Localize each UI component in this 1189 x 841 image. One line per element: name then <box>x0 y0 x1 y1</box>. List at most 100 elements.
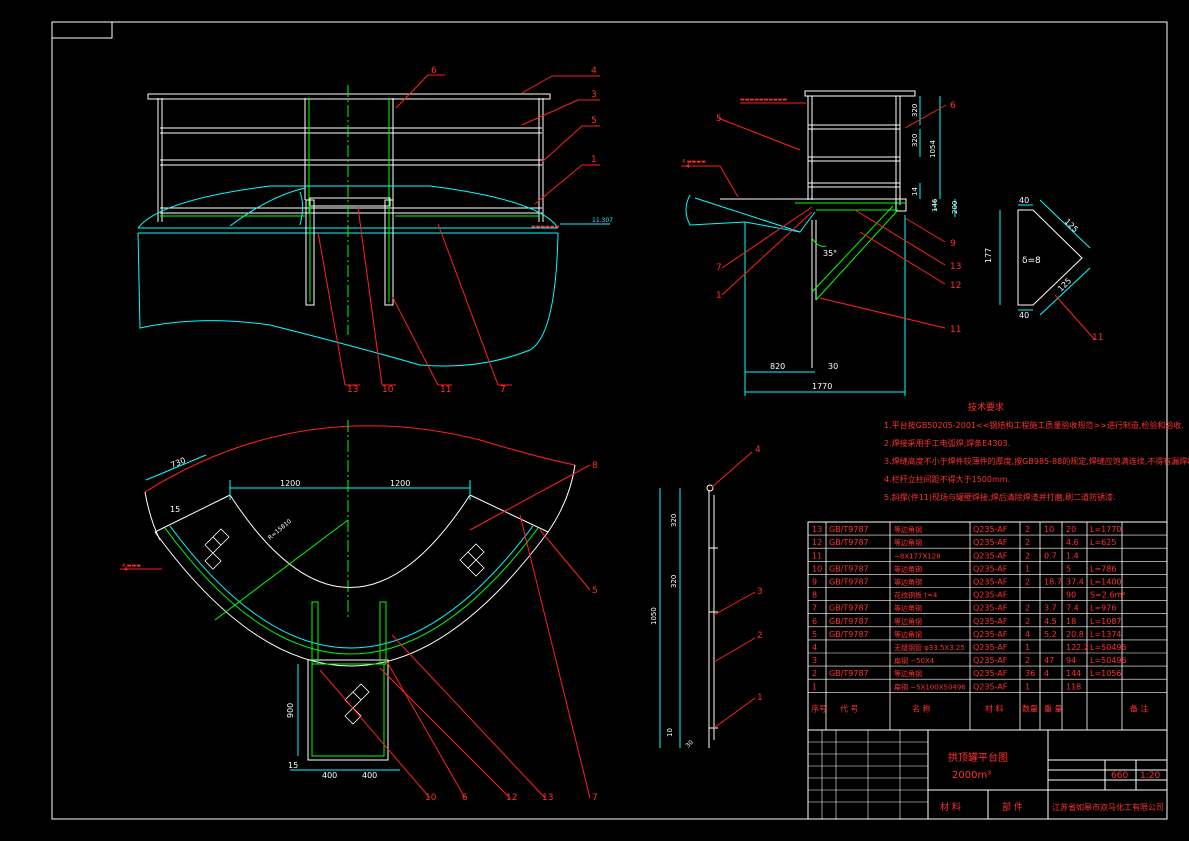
bom-cell-name: 扁钢 −50X4 <box>894 656 935 665</box>
section-balloon: 2 <box>757 631 763 641</box>
plan-balloon: 12 <box>506 793 517 803</box>
bom-cell-mat: Q235-AF <box>973 604 1008 613</box>
bom-cell-total: 20.8 <box>1066 630 1084 639</box>
bom-cell-no: 8 <box>812 591 817 600</box>
detail-dim: 40 <box>1019 196 1029 205</box>
side-balloon: 13 <box>950 262 961 272</box>
bom-cell-note: L=1374 <box>1090 630 1122 639</box>
bom-cell-mat: Q235-AF <box>973 682 1008 691</box>
front-balloon: 5 <box>591 116 597 126</box>
bom-header-name: 名 称 <box>912 703 931 713</box>
front-balloon: 1 <box>591 155 597 165</box>
bom-header-weight: 重 量 <box>1044 703 1063 713</box>
bom-cell-qty: 36 <box>1025 669 1035 678</box>
bom-cell-note: L=1770 <box>1090 525 1122 534</box>
bom-cell-no: 1 <box>812 682 817 691</box>
bom-cell-name: 等边角钢 <box>894 564 922 573</box>
side-view: 35° 820 30 1770 320 320 1054 14 146 200 … <box>681 90 961 396</box>
side-balloon: 4 <box>686 163 690 170</box>
plan-balloon: 6 <box>462 793 468 803</box>
front-balloon: 11 <box>440 385 451 395</box>
bom-header-note: 备 注 <box>1130 703 1149 713</box>
plan-dim: 400 <box>362 771 377 780</box>
detail-dim: 40 <box>1019 311 1029 320</box>
tech-title: 技术要求 <box>968 401 1004 413</box>
side-balloon: 12 <box>950 281 961 291</box>
plan-balloon: 8 <box>592 461 598 471</box>
side-dim: 14 <box>911 187 919 196</box>
plan-view: 1200 1200 730 15 R=15810 900 15 400 400 … <box>120 420 598 803</box>
bom-cell-no: 3 <box>812 656 817 665</box>
tech-line: 3.焊缝高度不小于焊件较薄件的厚度,按GB985-88的规定,焊缝应饱满连续,不… <box>884 456 1189 466</box>
detail-dim: 177 <box>984 248 993 263</box>
bom-cell-unit: 3.7 <box>1044 604 1057 613</box>
bom-cell-qty: 2 <box>1025 604 1030 613</box>
side-dim: 200 <box>951 201 959 214</box>
plan-balloon: 5 <box>592 586 598 596</box>
bom-cell-name: 等边角钢 <box>894 630 922 639</box>
bom-cell-mat: Q235-AF <box>973 538 1008 547</box>
bom-cell-name: 等边角钢 <box>894 538 922 547</box>
bom-cell-no: 12 <box>812 538 822 547</box>
bom-cell-qty: 2 <box>1025 525 1030 534</box>
front-balloon: 13 <box>347 385 358 395</box>
bom-cell-mat: Q235-AF <box>973 551 1008 560</box>
side-dim: 146 <box>931 198 939 212</box>
bom-cell-qty: 1 <box>1025 643 1030 652</box>
bom-header-qty: 数量 <box>1022 703 1038 713</box>
bom-cell-no: 13 <box>812 525 822 534</box>
bom-cell-code: GB/T9787 <box>829 564 869 573</box>
detail-11: 177 40 40 125 125 δ=8 11 <box>984 196 1103 343</box>
tech-line: 1.平台按GB50205-2001<<钢结构工程施工质量验收规范>>进行制造,检… <box>884 420 1184 430</box>
bom-cell-note: L=625 <box>1090 538 1116 547</box>
bom-cell-no: 11 <box>812 551 822 560</box>
tech-line: 4.栏杆立柱间距不得大于1500mm. <box>884 474 1010 484</box>
bom-cell-unit: 0.7 <box>1044 551 1057 560</box>
front-balloon: 4 <box>591 66 597 76</box>
detail-dim: 125 <box>1056 276 1073 293</box>
plan-balloon: 4 <box>124 566 128 573</box>
bom-cell-mat: Q235-AF <box>973 643 1008 652</box>
material-label: 材 料 <box>940 801 961 813</box>
bom-cell-note: L=1400 <box>1090 578 1122 587</box>
bom-cell-unit: 4 <box>1044 669 1049 678</box>
bom-cell-qty: 2 <box>1025 617 1030 626</box>
bom-cell-mat: Q235-AF <box>973 656 1008 665</box>
bom-cell-unit: 5.2 <box>1044 630 1057 639</box>
bom-cell-code: GB/T9787 <box>829 617 869 626</box>
front-view: ▬▬▬▬▬▬ 11.307 6 4 3 5 1 13 10 11 7 <box>137 66 613 395</box>
bom-cell-name: 等边角钢 <box>894 604 922 613</box>
plan-balloon: 13 <box>542 793 553 803</box>
side-balloon: 7 <box>716 263 722 273</box>
bom-cell-mat: Q235-AF <box>973 591 1008 600</box>
section-balloon: 4 <box>755 445 761 455</box>
bom-cell-note: L=1056 <box>1090 669 1122 678</box>
side-balloon: 5 <box>716 114 722 124</box>
bom-cell-note: L=1087 <box>1090 617 1122 626</box>
side-dim: 1054 <box>929 140 937 158</box>
plan-dim: 15 <box>288 761 298 770</box>
bom-cell-total: 20 <box>1066 525 1076 534</box>
plan-balloon: 7 <box>592 793 598 803</box>
bom-cell-name: 花纹钢板 t=4 <box>894 591 938 600</box>
section-view: 320 320 1050 10 30 4 3 2 1 <box>650 445 763 749</box>
bom-cell-no: 6 <box>812 617 817 626</box>
bom-cell-name: 等边角钢 <box>894 525 922 534</box>
bom-cell-no: 9 <box>812 578 817 587</box>
tech-line: 5.斜撑(件11)现场与罐壁焊接,焊后清除焊渣并打磨,刷二道防锈漆. <box>884 492 1116 502</box>
bom-cell-unit: 47 <box>1044 656 1054 665</box>
bom-cell-code: GB/T9787 <box>829 525 869 534</box>
bom-cell-total: 37.4 <box>1066 578 1084 587</box>
section-dim: 1050 <box>650 607 658 625</box>
bom-cell-code: GB/T9787 <box>829 538 869 547</box>
bom-cell-total: 7.4 <box>1066 604 1079 613</box>
title-block: 拱顶罐平台图 2000m³ 660 1:20 材 料 部 件 江苏省如皋市双马化… <box>807 729 1168 820</box>
bom-cell-total: 90 <box>1066 591 1076 600</box>
bom-cell-mat: Q235-AF <box>973 669 1008 678</box>
plan-dim: 900 <box>286 703 295 718</box>
side-dim: 30 <box>828 362 838 371</box>
bom-cell-name: 无缝钢管 φ33.5X3.25 <box>894 643 965 652</box>
section-dim: 10 <box>666 728 674 737</box>
bom-cell-total: 94 <box>1066 656 1076 665</box>
front-balloon: 10 <box>382 385 394 395</box>
